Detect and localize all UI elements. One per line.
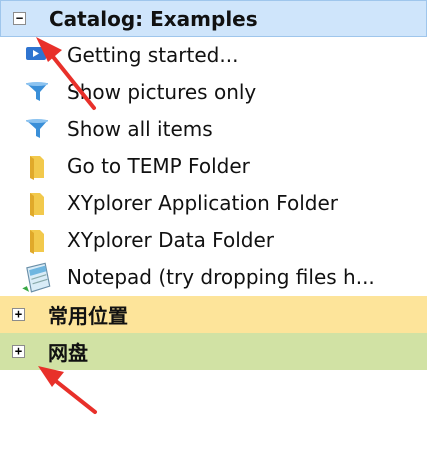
expand-toggle[interactable]: + <box>12 308 25 321</box>
item-label: Notepad (try dropping files h... <box>67 265 375 289</box>
folder-icon <box>30 193 44 217</box>
folder-icon <box>30 230 44 254</box>
item-label: Go to TEMP Folder <box>67 154 250 178</box>
notepad-icon <box>22 262 51 293</box>
play-icon <box>26 47 46 60</box>
category-title: Catalog: Examples <box>49 6 258 31</box>
catalog-item-show-all[interactable]: Show all items <box>0 111 427 148</box>
catalog-item-app-folder[interactable]: XYplorer Application Folder <box>0 185 427 222</box>
filter-icon <box>26 119 48 138</box>
item-label: Show pictures only <box>67 80 257 104</box>
catalog-item-show-pictures[interactable]: Show pictures only <box>0 74 427 111</box>
category-title: 常用位置 <box>48 304 128 328</box>
catalog-item-notepad[interactable]: Notepad (try dropping files h... <box>0 259 427 296</box>
catalog-item-data-folder[interactable]: XYplorer Data Folder <box>0 222 427 259</box>
item-label: Getting started... <box>67 43 239 67</box>
collapse-toggle[interactable]: − <box>13 12 26 25</box>
item-label: XYplorer Data Folder <box>67 228 274 252</box>
item-label: XYplorer Application Folder <box>67 191 338 215</box>
catalog-item-getting-started[interactable]: Getting started... <box>0 37 427 74</box>
category-catalog-examples[interactable]: − Catalog: Examples <box>0 0 427 37</box>
filter-icon <box>26 82 48 101</box>
folder-icon <box>30 156 44 180</box>
catalog-item-temp-folder[interactable]: Go to TEMP Folder <box>0 148 427 185</box>
category-cloud-drive[interactable]: + 网盘 <box>0 333 427 370</box>
category-title: 网盘 <box>48 341 88 365</box>
annotation-arrow-bottom <box>38 366 97 414</box>
category-common-locations[interactable]: + 常用位置 <box>0 296 427 333</box>
expand-toggle[interactable]: + <box>12 345 25 358</box>
item-label: Show all items <box>67 117 213 141</box>
